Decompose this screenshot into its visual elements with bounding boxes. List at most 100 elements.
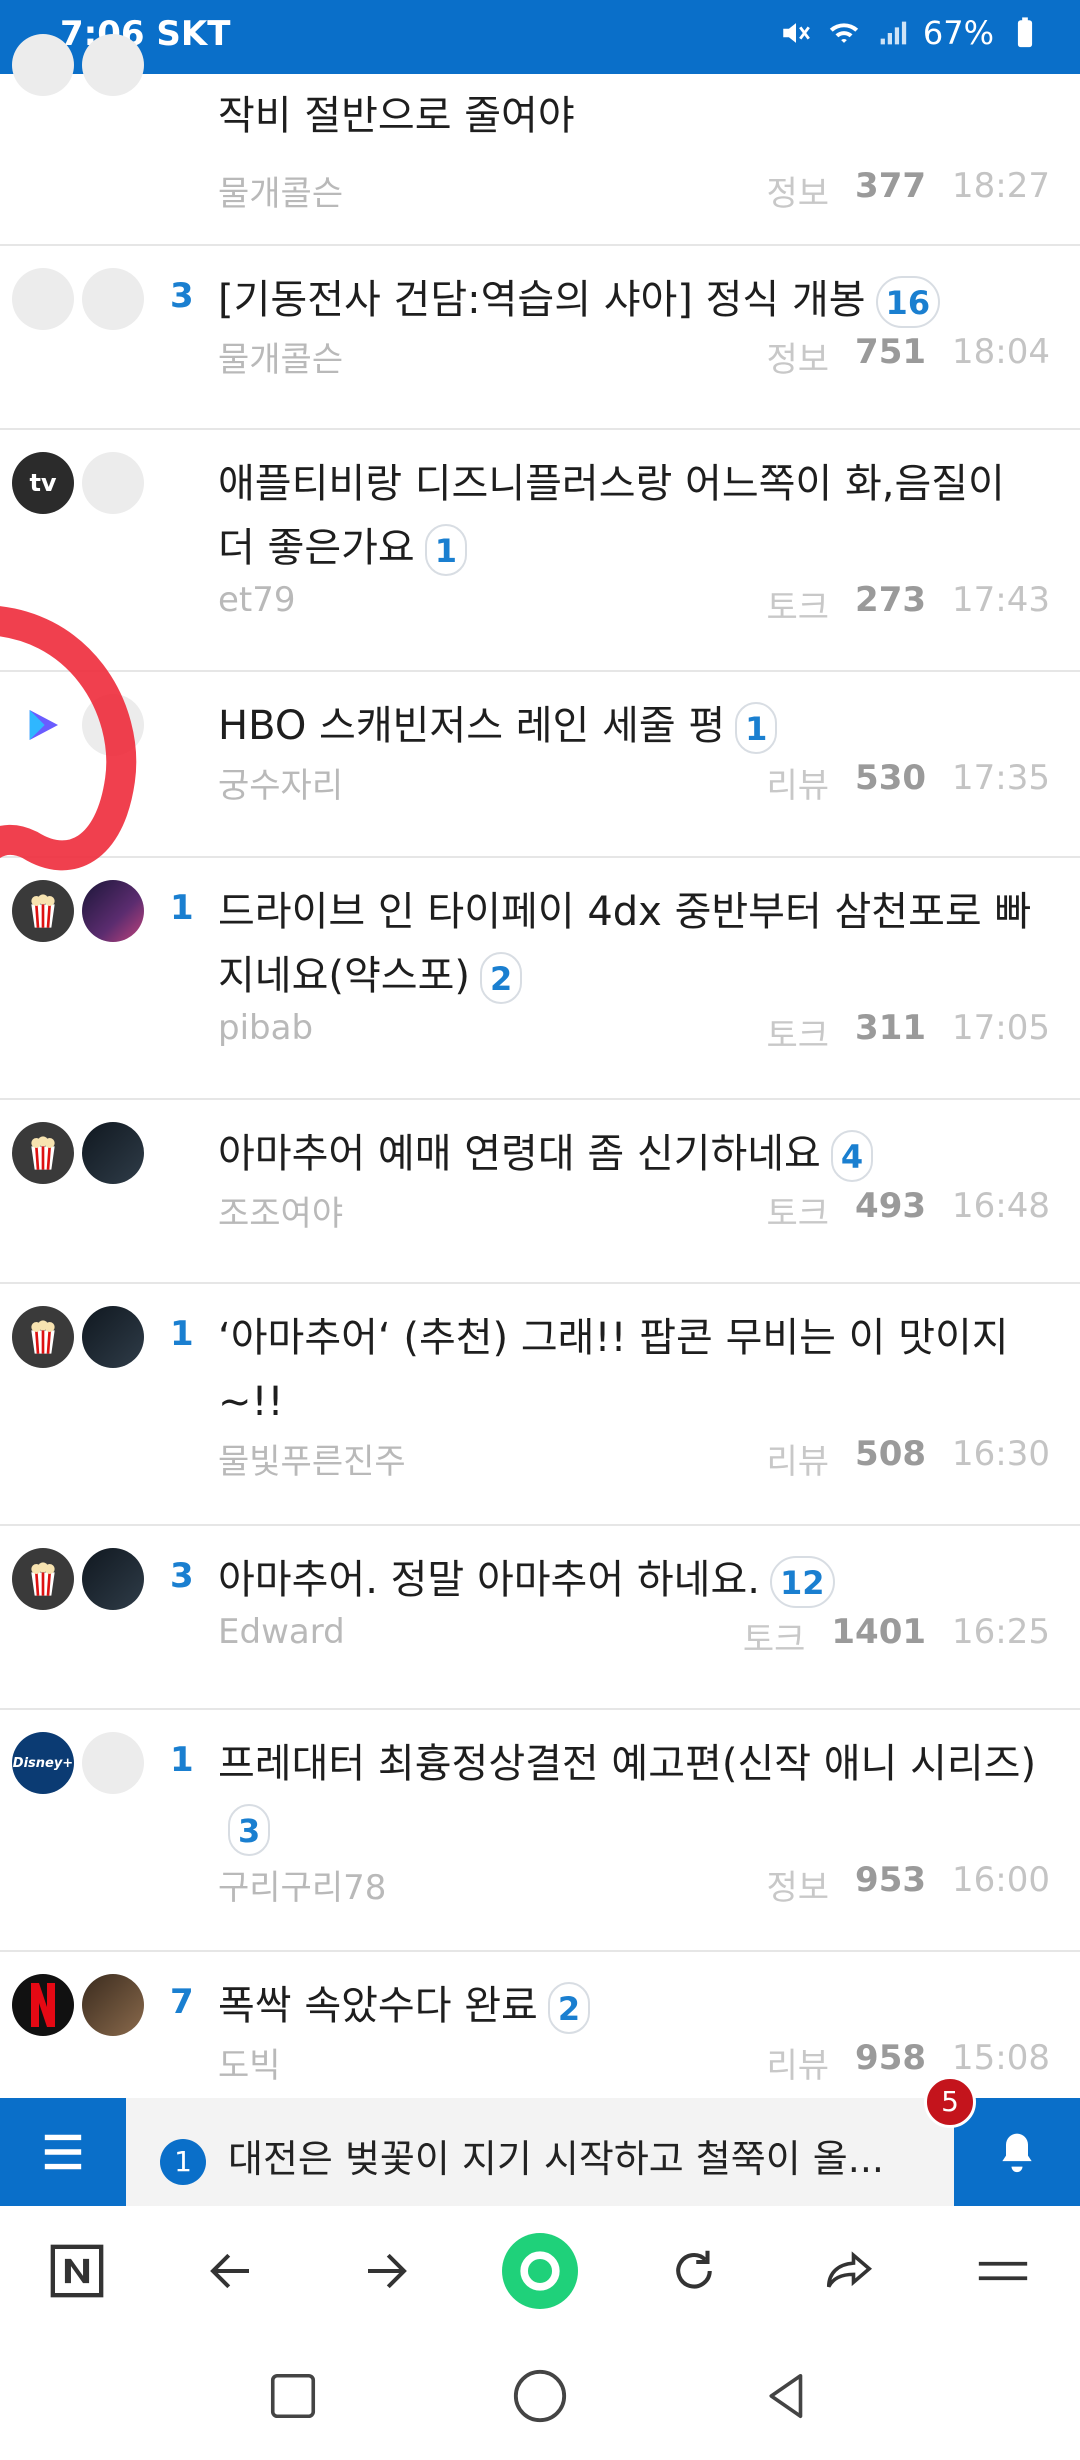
notification-bar: 1 대전은 벚꽃이 지기 시작하고 철쭉이 올... 5 bbox=[0, 2076, 1080, 2206]
list-item[interactable]: HBO 스캐빈저스 레인 세줄 평1 궁수자리 리뷰 530 17:35 bbox=[0, 672, 1080, 858]
play-logo-icon bbox=[29, 710, 58, 740]
post-time: 16:48 bbox=[952, 1186, 1050, 1226]
post-title[interactable]: 아마추어 예매 연령대 좀 신기하네요 4 bbox=[218, 1100, 1046, 1186]
list-item[interactable]: 3 [기동전사 건담:역습의 샤아] 정식 개봉 16 물개콜슨 정보 751 1… bbox=[0, 246, 1080, 430]
post-title[interactable]: ‘아마추어‘ (추천) 그래!! 팝콘 무비는 이 맛이지~!! bbox=[218, 1284, 1046, 1434]
comment-count-badge: 4 bbox=[830, 1130, 874, 1182]
post-views: 958 bbox=[855, 2038, 927, 2078]
refresh-button[interactable] bbox=[649, 2226, 739, 2316]
post-title[interactable]: [기동전사 건담:역습의 샤아] 정식 개봉 16 bbox=[218, 246, 1046, 332]
avatar bbox=[82, 1548, 144, 1610]
post-number: 1 bbox=[170, 1740, 194, 1780]
post-meta: Edward 토크 1401 16:25 bbox=[218, 1612, 1050, 1684]
post-time: 16:25 bbox=[952, 1612, 1050, 1652]
post-time: 15:08 bbox=[952, 2038, 1050, 2078]
back-button[interactable] bbox=[186, 2226, 276, 2316]
post-number: 3 bbox=[170, 1556, 194, 1596]
post-title[interactable]: 폭싹 속았수다 완료 2 bbox=[218, 1952, 1046, 2038]
square-icon bbox=[270, 2373, 315, 2419]
post-category: 토크 bbox=[742, 1620, 806, 1660]
post-title[interactable]: 아마추어. 정말 아마추어 하네요. 12 bbox=[218, 1526, 1046, 1612]
hamburger-icon bbox=[44, 2134, 82, 2170]
browser-toolbar bbox=[0, 2206, 1080, 2336]
list-item[interactable]: 아마추어 예매 연령대 좀 신기하네요 4 조조여야 토크 493 16:48 bbox=[0, 1100, 1080, 1284]
popcorn-icon bbox=[31, 894, 55, 928]
post-views: 493 bbox=[855, 1186, 927, 1226]
triangle-back-icon bbox=[769, 2373, 803, 2419]
post-time: 16:30 bbox=[952, 1434, 1050, 1474]
post-category: 정보 bbox=[766, 340, 830, 380]
double-line-menu-icon bbox=[978, 2261, 1027, 2281]
post-category: 토크 bbox=[766, 588, 830, 628]
battery-percent: 67% bbox=[922, 14, 994, 52]
post-author[interactable]: 도빅 bbox=[218, 2038, 281, 2087]
avatar bbox=[82, 694, 144, 756]
post-title[interactable]: HBO 스캐빈저스 레인 세줄 평1 bbox=[218, 672, 1046, 758]
netflix-icon bbox=[31, 1983, 55, 2027]
post-views: 530 bbox=[855, 758, 927, 798]
list-item[interactable]: Disney+ 1 프레대터 최흉정상결전 예고편(신작 애니 시리즈)3 구리… bbox=[0, 1710, 1080, 1952]
post-category: 리뷰 bbox=[766, 2046, 830, 2086]
post-title[interactable]: 애플티비랑 디즈니플러스랑 어느쪽이 화,음질이 더 좋은가요 1 bbox=[218, 430, 1046, 580]
post-meta: 궁수자리 리뷰 530 17:35 bbox=[218, 758, 1050, 830]
menu-button[interactable] bbox=[0, 2098, 126, 2206]
post-category: 정보 bbox=[766, 174, 830, 214]
home-button[interactable] bbox=[511, 2367, 569, 2429]
disney-plus-avatar: Disney+ bbox=[12, 1732, 74, 1794]
list-item[interactable]: 1 드라이브 인 타이페이 4dx 중반부터 삼천포로 빠지네요(약스포) 2 p… bbox=[0, 858, 1080, 1100]
post-category: 리뷰 bbox=[766, 1442, 830, 1482]
status-icons: 67% bbox=[779, 14, 1042, 52]
share-icon bbox=[826, 2251, 872, 2288]
netflix-avatar bbox=[12, 1974, 74, 2036]
list-item[interactable]: tv 애플티비랑 디즈니플러스랑 어느쪽이 화,음질이 더 좋은가요 1 et79… bbox=[0, 430, 1080, 672]
avatar bbox=[82, 880, 144, 942]
post-author[interactable]: et79 bbox=[218, 580, 296, 620]
play-logo-avatar bbox=[12, 694, 74, 756]
avatar bbox=[82, 34, 144, 96]
comment-count-badge: 1 bbox=[424, 524, 467, 576]
post-views: 311 bbox=[855, 1008, 927, 1048]
post-title[interactable]: 프레대터 최흉정상결전 예고편(신작 애니 시리즈)3 bbox=[218, 1710, 1046, 1860]
post-author[interactable]: 조조여야 bbox=[218, 1186, 343, 1235]
post-meta: 물개콜슨 정보 751 18:04 bbox=[218, 332, 1050, 404]
recent-apps-button[interactable] bbox=[266, 2369, 320, 2427]
avatar bbox=[82, 1306, 144, 1368]
post-title[interactable]: 드라이브 인 타이페이 4dx 중반부터 삼천포로 빠지네요(약스포) 2 bbox=[218, 858, 1046, 1008]
post-author[interactable]: 궁수자리 bbox=[218, 758, 343, 807]
post-views: 377 bbox=[855, 166, 927, 206]
post-time: 17:43 bbox=[952, 580, 1050, 620]
post-views: 953 bbox=[855, 1860, 927, 1900]
appletv-avatar: tv bbox=[12, 452, 74, 514]
forward-button[interactable] bbox=[341, 2226, 431, 2316]
post-time: 17:35 bbox=[952, 758, 1050, 798]
system-navigation-bar bbox=[0, 2336, 1080, 2460]
post-author[interactable]: 물빛푸른진주 bbox=[218, 1434, 406, 1483]
post-author[interactable]: Edward bbox=[218, 1612, 345, 1652]
status-bar: 7:06 SKT 67% bbox=[0, 0, 1080, 74]
share-button[interactable] bbox=[804, 2226, 894, 2316]
system-back-button[interactable] bbox=[760, 2369, 814, 2427]
post-author[interactable]: 구리구리78 bbox=[218, 1860, 386, 1909]
post-meta: 구리구리78 정보 953 16:00 bbox=[218, 1860, 1050, 1932]
naver-home-button[interactable] bbox=[32, 2226, 122, 2316]
notification-message[interactable]: 1 대전은 벚꽃이 지기 시작하고 철쭉이 올... bbox=[160, 2128, 930, 2185]
post-author[interactable]: 물개콜슨 bbox=[218, 166, 343, 215]
avatar bbox=[82, 268, 144, 330]
avatar bbox=[12, 34, 74, 96]
post-category: 정보 bbox=[766, 1868, 830, 1908]
more-menu-button[interactable] bbox=[958, 2226, 1048, 2316]
refresh-icon bbox=[676, 2250, 713, 2289]
post-time: 18:04 bbox=[952, 332, 1050, 372]
post-author[interactable]: pibab bbox=[218, 1008, 313, 1048]
green-dot-button[interactable] bbox=[495, 2226, 585, 2316]
list-item[interactable]: 3 아마추어. 정말 아마추어 하네요. 12 Edward 토크 1401 16… bbox=[0, 1526, 1080, 1710]
post-views: 273 bbox=[855, 580, 927, 620]
avatar bbox=[82, 1122, 144, 1184]
post-title[interactable]: 작비 절반으로 줄여야 bbox=[218, 74, 1046, 148]
popcorn-avatar bbox=[12, 880, 74, 942]
list-item[interactable]: 작비 절반으로 줄여야 물개콜슨 정보 377 18:27 bbox=[0, 34, 1080, 246]
popcorn-icon bbox=[31, 1562, 55, 1596]
post-number: 1 bbox=[170, 888, 194, 928]
post-author[interactable]: 물개콜슨 bbox=[218, 332, 343, 381]
list-item[interactable]: 1 ‘아마추어‘ (추천) 그래!! 팝콘 무비는 이 맛이지~!! 물빛푸른진… bbox=[0, 1284, 1080, 1526]
